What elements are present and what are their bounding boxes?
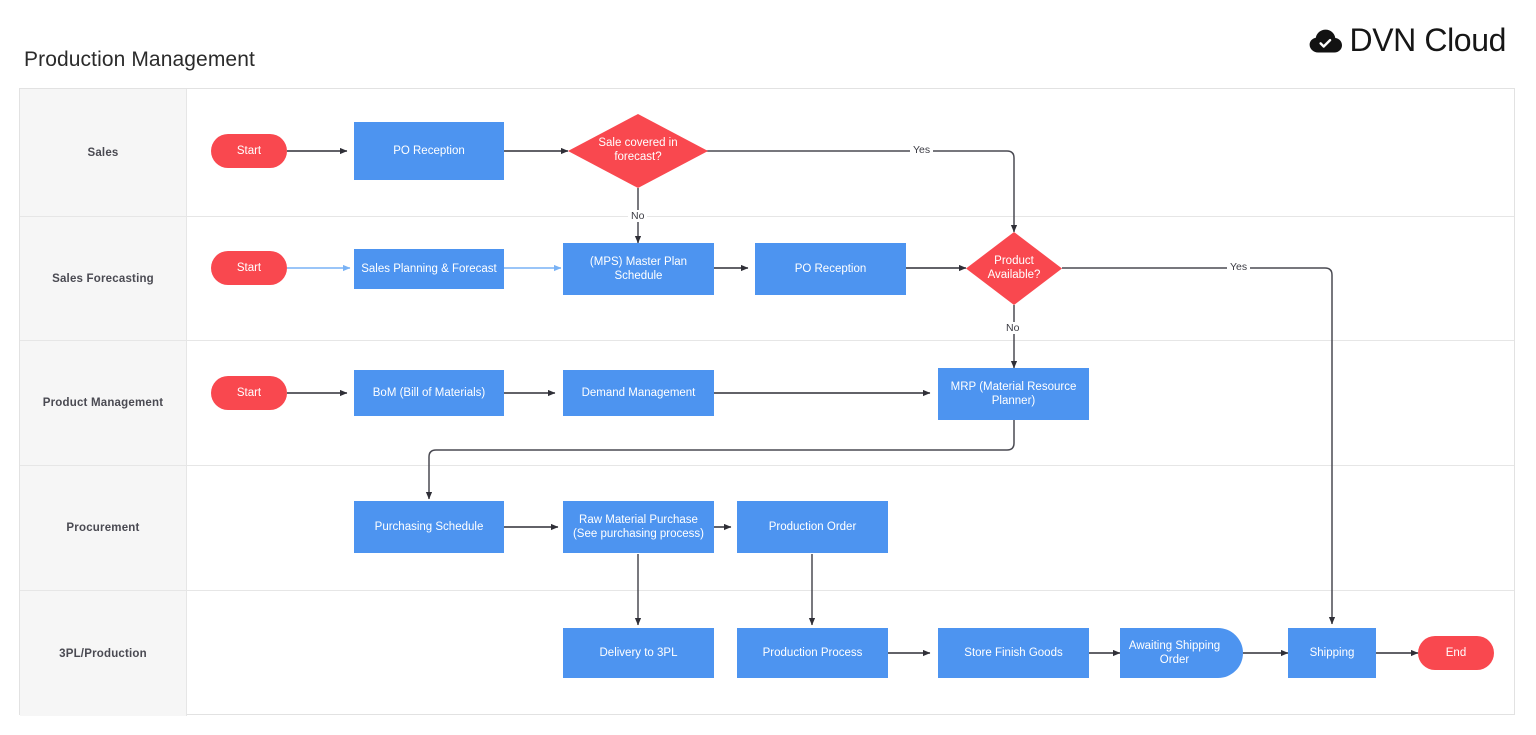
node-label: Store Finish Goods bbox=[964, 646, 1063, 659]
node-start-forecasting[interactable]: Start bbox=[211, 251, 287, 285]
node-label-wrap: Product Available? bbox=[988, 255, 1041, 283]
node-label: End bbox=[1445, 646, 1467, 659]
node-layer: Start PO Reception Sale covered in forec… bbox=[0, 0, 1536, 735]
node-shipping[interactable]: Shipping bbox=[1288, 628, 1376, 678]
node-label-wrap: Raw Material Purchase (See purchasing pr… bbox=[573, 513, 704, 542]
node-label: Sales Planning & Forecast bbox=[361, 262, 497, 275]
node-mrp[interactable]: MRP (Material Resource Planner) bbox=[938, 368, 1089, 420]
node-po-reception-forecast[interactable]: PO Reception bbox=[755, 243, 906, 295]
node-purchasing-schedule[interactable]: Purchasing Schedule bbox=[354, 501, 504, 553]
node-mps[interactable]: (MPS) Master Plan Schedule bbox=[563, 243, 714, 295]
node-label: Start bbox=[236, 144, 262, 157]
node-label: Purchasing Schedule bbox=[374, 520, 484, 533]
node-label: Production Process bbox=[762, 646, 863, 659]
node-label-wrap: (MPS) Master Plan Schedule bbox=[590, 255, 687, 284]
node-label: Shipping bbox=[1309, 646, 1355, 659]
node-label: BoM (Bill of Materials) bbox=[372, 386, 486, 399]
node-product-available-decision[interactable]: Product Available? bbox=[966, 232, 1062, 305]
node-sale-covered-decision[interactable]: Sale covered in forecast? bbox=[568, 114, 708, 188]
node-label: Demand Management bbox=[581, 386, 696, 399]
node-store-finish-goods[interactable]: Store Finish Goods bbox=[938, 628, 1089, 678]
node-sales-planning-forecast[interactable]: Sales Planning & Forecast bbox=[354, 249, 504, 289]
node-label-line2: Available? bbox=[987, 268, 1041, 281]
node-label-wrap: Sale covered in forecast? bbox=[598, 137, 677, 165]
node-label-line2: (See purchasing process) bbox=[572, 528, 705, 540]
node-production-process[interactable]: Production Process bbox=[737, 628, 888, 678]
node-label-line1: Awaiting Shipping bbox=[1128, 639, 1221, 652]
node-end[interactable]: End bbox=[1418, 636, 1494, 670]
node-label: Delivery to 3PL bbox=[599, 646, 678, 659]
node-bom[interactable]: BoM (Bill of Materials) bbox=[354, 370, 504, 416]
node-label-line1: Sale covered in bbox=[598, 137, 678, 150]
node-label-wrap: MRP (Material Resource Planner) bbox=[951, 380, 1077, 409]
node-label: PO Reception bbox=[393, 144, 465, 157]
node-label: Production Order bbox=[768, 520, 857, 533]
node-awaiting-shipping-order[interactable]: Awaiting Shipping Order bbox=[1120, 628, 1243, 678]
node-start-product[interactable]: Start bbox=[211, 376, 287, 410]
node-po-reception-sales[interactable]: PO Reception bbox=[354, 122, 504, 180]
node-label: Start bbox=[236, 261, 262, 274]
node-demand-management[interactable]: Demand Management bbox=[563, 370, 714, 416]
node-label: Start bbox=[236, 386, 262, 399]
node-label-line1: MRP (Material Resource bbox=[950, 380, 1077, 393]
node-raw-material-purchase[interactable]: Raw Material Purchase (See purchasing pr… bbox=[563, 501, 714, 553]
node-label-line1: Product bbox=[994, 254, 1034, 267]
node-label-line2: Schedule bbox=[614, 270, 663, 282]
node-label-line2: forecast? bbox=[614, 151, 662, 163]
node-label-line1: (MPS) Master Plan bbox=[589, 255, 688, 268]
node-label-wrap: Awaiting Shipping Order bbox=[1129, 639, 1234, 668]
node-label: PO Reception bbox=[794, 262, 867, 275]
node-label-line2: Order bbox=[1159, 654, 1190, 666]
node-label-line2: Planner) bbox=[991, 395, 1036, 407]
node-start-sales[interactable]: Start bbox=[211, 134, 287, 168]
node-label-line1: Raw Material Purchase bbox=[579, 513, 698, 526]
node-delivery-to-3pl[interactable]: Delivery to 3PL bbox=[563, 628, 714, 678]
node-production-order[interactable]: Production Order bbox=[737, 501, 888, 553]
